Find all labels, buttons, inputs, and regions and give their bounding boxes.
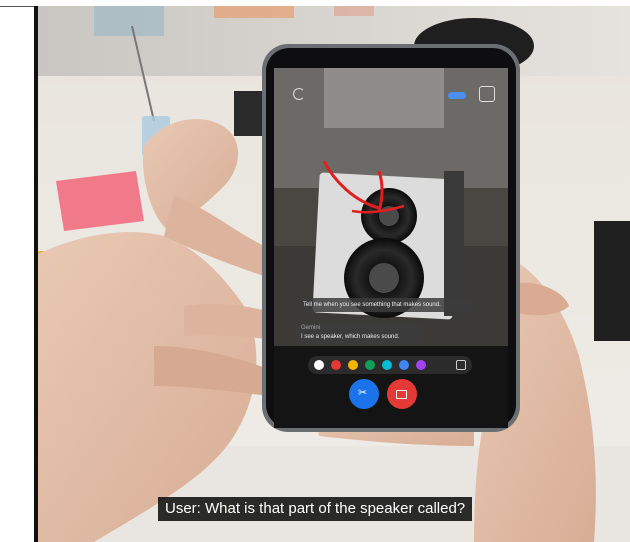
scene-photo	[34, 6, 630, 542]
assistant-prompt: Tell me when you see something that make…	[303, 302, 441, 308]
undo-icon[interactable]	[456, 360, 466, 370]
video-button[interactable]	[387, 379, 417, 409]
scissors-button[interactable]: ✂	[349, 379, 379, 409]
video-icon	[396, 390, 407, 399]
color-swatch[interactable]	[382, 360, 392, 370]
left-border	[34, 6, 38, 542]
color-swatch[interactable]	[348, 360, 358, 370]
fullscreen-icon[interactable]	[479, 86, 495, 102]
user-label: Gemini	[301, 325, 321, 331]
scissors-icon: ✂	[358, 386, 368, 399]
video-frame: Tell me when you see something that make…	[34, 6, 630, 542]
user-bubble: Gemini I see a speaker, which makes soun…	[296, 322, 424, 344]
assistant-bubble: Tell me when you see something that make…	[298, 298, 478, 312]
color-swatch[interactable]	[416, 360, 426, 370]
toggle-icon[interactable]	[448, 92, 466, 99]
color-swatch[interactable]	[365, 360, 375, 370]
color-palette	[308, 356, 472, 374]
refresh-icon[interactable]	[293, 88, 305, 100]
color-swatch[interactable]	[399, 360, 409, 370]
user-reply: I see a speaker, which makes sound.	[301, 334, 400, 340]
subtitle-caption: User: What is that part of the speaker c…	[158, 497, 473, 521]
color-swatch[interactable]	[331, 360, 341, 370]
color-swatch[interactable]	[314, 360, 324, 370]
